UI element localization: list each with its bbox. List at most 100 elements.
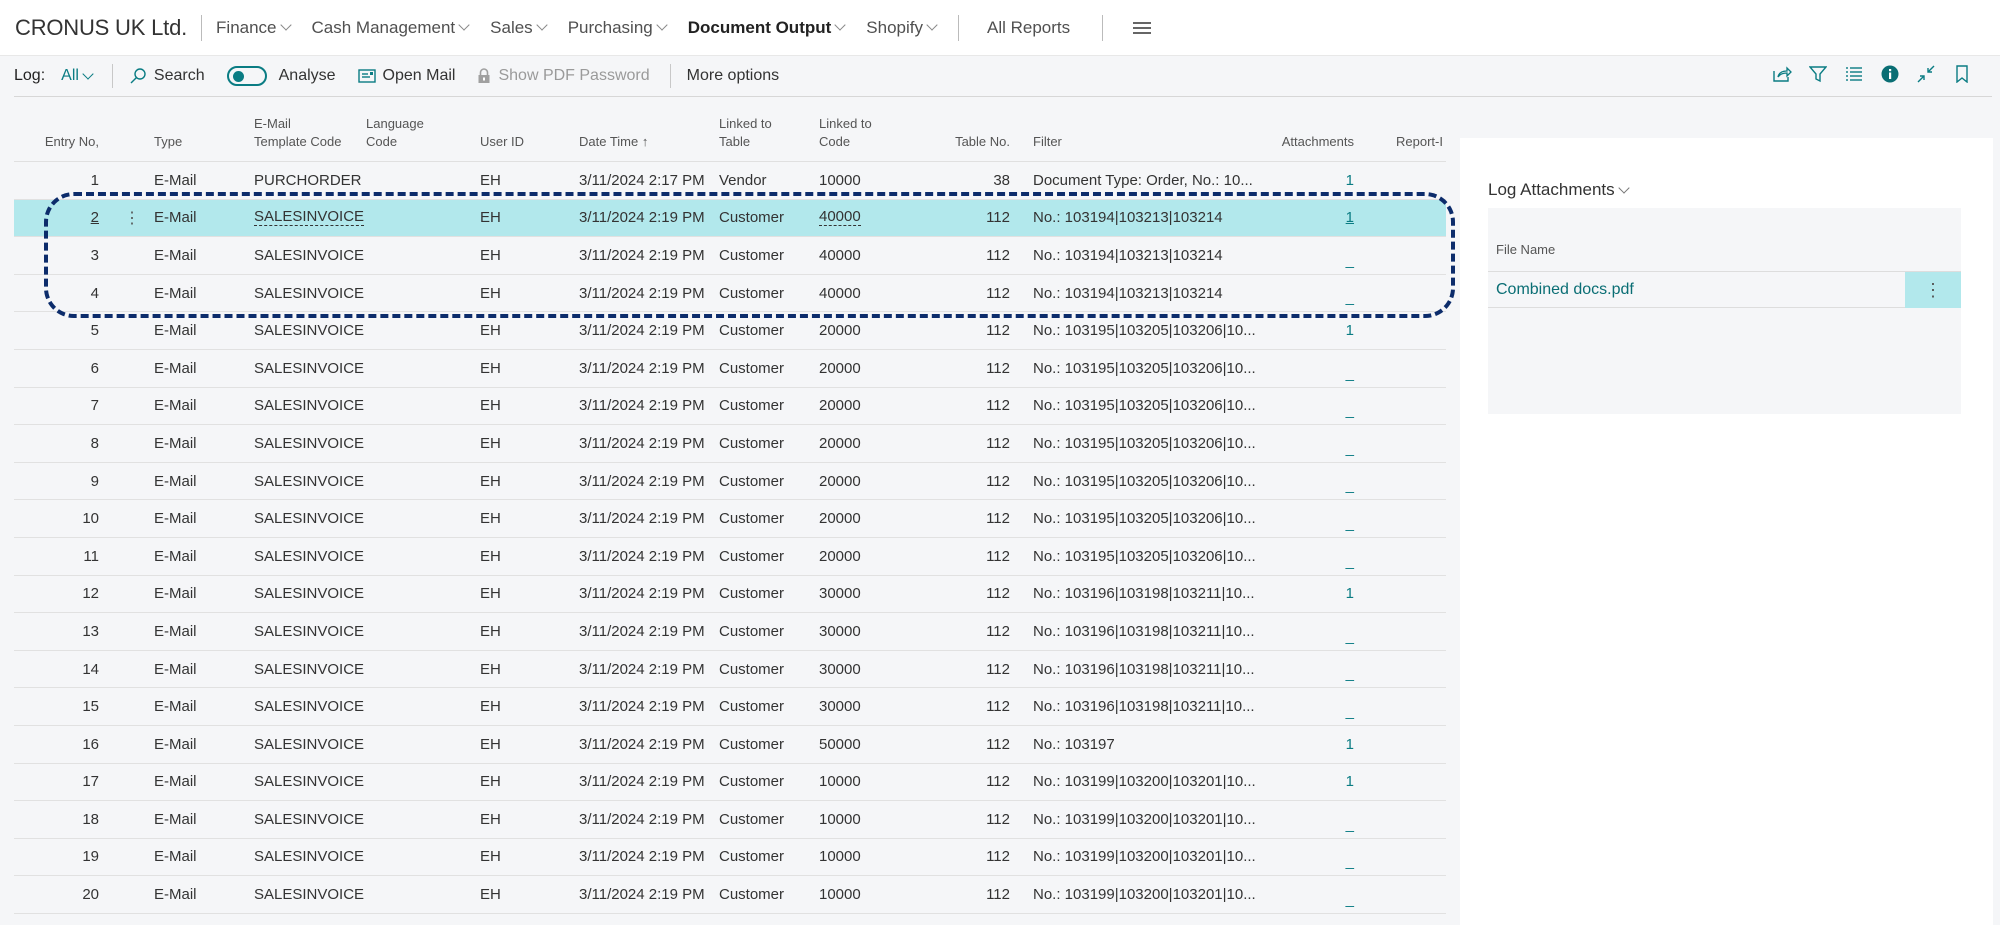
cell-attachments[interactable]: _ [1346, 892, 1354, 913]
cell-attachments[interactable]: _ [1346, 290, 1354, 311]
cell-attachments[interactable]: _ [1346, 253, 1354, 274]
cell-entry-no[interactable]: 3 [91, 247, 99, 264]
cell-entry-no[interactable]: 1 [91, 172, 99, 189]
cell-attachments[interactable]: 1 [1346, 322, 1354, 339]
table-row[interactable]: 6 E-Mail SALESINVOICE EH 3/11/2024 2:19 PM Cu… [14, 350, 1446, 388]
cell-entry-no[interactable]: 20 [82, 886, 99, 903]
cell-entry-no[interactable]: 18 [82, 811, 99, 828]
cell-entry-no[interactable]: 14 [82, 661, 99, 678]
cell-entry-no[interactable]: 15 [82, 698, 99, 715]
cell-attachments[interactable]: _ [1346, 629, 1354, 650]
cell-attachments[interactable]: _ [1346, 666, 1354, 687]
column-header-table-no[interactable]: Table No. [955, 133, 1010, 151]
nav-menu-purchasing[interactable]: Purchasing [568, 18, 668, 38]
table-row[interactable]: 20 E-Mail SALESINVOICE EH 3/11/2024 2:19 PM C… [14, 876, 1446, 914]
cell-entry-no[interactable]: 17 [82, 773, 99, 790]
cell-attachments[interactable]: _ [1346, 516, 1354, 537]
analyse-toggle[interactable]: Analyse [226, 66, 336, 86]
share-icon[interactable] [1772, 64, 1792, 84]
cell-attachments[interactable]: _ [1346, 817, 1354, 838]
cell-template[interactable]: SALESINVOICE [254, 209, 365, 227]
cell-attachments[interactable]: _ [1346, 403, 1354, 424]
toggle-switch[interactable] [226, 66, 267, 86]
table-row[interactable]: 7 E-Mail SALESINVOICE EH 3/11/2024 2:19 PM Cu… [14, 388, 1446, 426]
cell-entry-no[interactable]: 11 [83, 548, 99, 565]
nav-menu-cash-management[interactable]: Cash Management [312, 18, 470, 38]
hamburger-icon[interactable] [1133, 21, 1152, 34]
table-row[interactable]: 2 E-Mail SALESINVOICE EH 3/11/2024 2:19 PM Cu… [14, 199, 1446, 238]
cell-entry-no[interactable]: 7 [91, 397, 99, 414]
bookmark-icon[interactable] [1952, 64, 1972, 84]
table-row[interactable]: 12 E-Mail SALESINVOICE EH 3/11/2024 2:19 PM C… [14, 576, 1446, 614]
show-pdf-password-button[interactable]: Show PDF Password [477, 67, 650, 85]
table-row[interactable]: 17 E-Mail SALESINVOICE EH 3/11/2024 2:19 PM C… [14, 764, 1446, 802]
cell-entry-no[interactable]: 12 [82, 585, 99, 602]
table-row[interactable]: 3 E-Mail SALESINVOICE EH 3/11/2024 2:19 PM Cu… [14, 237, 1446, 275]
table-row[interactable]: 14 E-Mail SALESINVOICE EH 3/11/2024 2:19 PM C… [14, 651, 1446, 689]
column-header-type[interactable]: Type [154, 133, 182, 151]
more-options-button[interactable]: More options [687, 67, 780, 85]
row-actions-icon[interactable]: ⋮ [124, 200, 144, 237]
cell-entry-no[interactable]: 9 [91, 473, 99, 490]
log-view-dropdown[interactable]: All [61, 67, 94, 85]
cell-entry-no[interactable]: 8 [91, 435, 99, 452]
open-mail-button[interactable]: Open Mail [357, 67, 455, 85]
column-header-filter[interactable]: Filter [1033, 133, 1062, 151]
table-row[interactable]: 1 E-Mail PURCHORDER EH 3/11/2024 2:17 PM Vend… [14, 162, 1446, 200]
cell-attachments[interactable]: _ [1346, 854, 1354, 875]
cell-attachments[interactable]: _ [1346, 366, 1354, 387]
cell-attachments[interactable]: 1 [1346, 736, 1354, 753]
table-row[interactable]: 13 E-Mail SALESINVOICE EH 3/11/2024 2:19 PM C… [14, 613, 1446, 651]
table-row[interactable]: 4 E-Mail SALESINVOICE EH 3/11/2024 2:19 PM Cu… [14, 275, 1446, 313]
cell-entry-no[interactable]: 19 [82, 848, 99, 865]
cell-attachments[interactable]: _ [1346, 441, 1354, 462]
all-reports-link[interactable]: All Reports [987, 18, 1070, 38]
search-button[interactable]: Search [129, 67, 205, 85]
cell-attachments[interactable]: 1 [1346, 172, 1354, 189]
cell-attachments[interactable]: 1 [1346, 773, 1354, 790]
list-view-icon[interactable] [1844, 64, 1864, 84]
table-row[interactable]: 19 E-Mail SALESINVOICE EH 3/11/2024 2:19 PM C… [14, 839, 1446, 877]
table-row[interactable]: 5 E-Mail SALESINVOICE EH 3/11/2024 2:19 PM Cu… [14, 312, 1446, 350]
attachment-file-link[interactable]: Combined docs.pdf [1496, 272, 1634, 308]
cell-entry-no[interactable]: 2 [91, 209, 99, 226]
cell-entry-no[interactable]: 5 [91, 322, 99, 339]
cell-attachments[interactable]: _ [1346, 704, 1354, 725]
nav-menu-shopify[interactable]: Shopify [866, 18, 938, 38]
column-header-language[interactable]: Language Code [366, 115, 424, 151]
info-icon[interactable] [1880, 64, 1900, 84]
table-row[interactable]: 9 E-Mail SALESINVOICE EH 3/11/2024 2:19 PM Cu… [14, 463, 1446, 501]
attachment-row[interactable]: Combined docs.pdf ⋮ [1488, 272, 1961, 308]
nav-menu-document-output[interactable]: Document Output [688, 18, 846, 38]
column-header-linked-table[interactable]: Linked to Table [719, 115, 772, 151]
table-row[interactable]: 10 E-Mail SALESINVOICE EH 3/11/2024 2:19 PM C… [14, 500, 1446, 538]
collapse-icon[interactable] [1916, 64, 1936, 84]
row-actions-icon[interactable]: ⋮ [1905, 272, 1961, 308]
table-row[interactable]: 15 E-Mail SALESINVOICE EH 3/11/2024 2:19 PM C… [14, 688, 1446, 726]
cell-entry-no[interactable]: 10 [82, 510, 99, 527]
column-header-entry-no[interactable]: Entry No, [45, 133, 99, 151]
cell-attachments[interactable]: _ [1346, 478, 1354, 499]
cell-entry-no[interactable]: 13 [82, 623, 99, 640]
column-header-linked-code[interactable]: Linked to Code [819, 115, 872, 151]
log-attachments-header[interactable]: Log Attachments [1488, 180, 1630, 200]
cell-entry-no[interactable]: 6 [91, 360, 99, 377]
column-header-attachments[interactable]: Attachments [1282, 133, 1354, 151]
column-header-template[interactable]: E-Mail Template Code [254, 115, 341, 151]
table-row[interactable]: 11 E-Mail SALESINVOICE EH 3/11/2024 2:19 PM C… [14, 538, 1446, 576]
column-header-date-time[interactable]: Date Time ↑ [579, 133, 648, 151]
cell-attachments[interactable]: _ [1346, 554, 1354, 575]
cell-entry-no[interactable]: 16 [82, 736, 99, 753]
filter-icon[interactable] [1808, 64, 1828, 84]
cell-attachments[interactable]: 1 [1346, 209, 1354, 226]
table-row[interactable]: 18 E-Mail SALESINVOICE EH 3/11/2024 2:19 PM C… [14, 801, 1446, 839]
nav-menu-sales[interactable]: Sales [490, 18, 548, 38]
table-row[interactable]: 8 E-Mail SALESINVOICE EH 3/11/2024 2:19 PM Cu… [14, 425, 1446, 463]
cell-linked-code[interactable]: 40000 [819, 209, 861, 227]
nav-menu-finance[interactable]: Finance [216, 18, 292, 38]
cell-entry-no[interactable]: 4 [91, 285, 99, 302]
column-header-report[interactable]: Report-I [1396, 133, 1443, 151]
company-name[interactable]: CRONUS UK Ltd. [15, 15, 187, 41]
column-header-user-id[interactable]: User ID [480, 133, 524, 151]
table-row[interactable]: 16 E-Mail SALESINVOICE EH 3/11/2024 2:19 PM C… [14, 726, 1446, 764]
